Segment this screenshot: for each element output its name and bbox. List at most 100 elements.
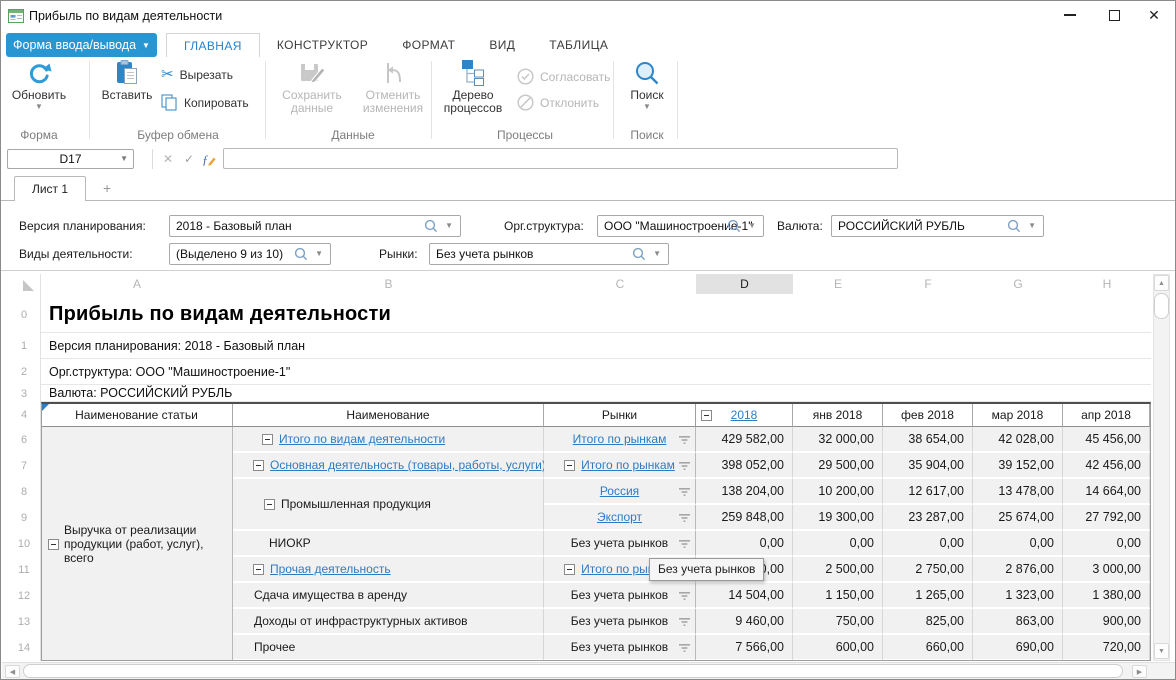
value-cell[interactable]: 12 617,00 bbox=[883, 479, 973, 505]
activity-cell[interactable]: Прочая деятельность bbox=[233, 557, 544, 583]
column-header-d-selected[interactable]: D bbox=[696, 274, 793, 294]
value-cell[interactable]: 29 500,00 bbox=[793, 453, 883, 479]
filter-icon[interactable] bbox=[679, 462, 690, 470]
activity-cell[interactable]: Прочее bbox=[233, 635, 544, 661]
collapse-icon[interactable] bbox=[564, 564, 575, 575]
collapse-icon[interactable] bbox=[262, 434, 273, 445]
magnifier-icon[interactable] bbox=[1007, 219, 1021, 237]
value-cell[interactable]: 0,00 bbox=[883, 531, 973, 557]
scroll-down-button[interactable]: ▼ bbox=[1154, 643, 1169, 659]
magnifier-icon[interactable] bbox=[424, 219, 438, 237]
cancel-icon[interactable]: ✕ bbox=[159, 149, 177, 169]
market-link[interactable]: Итого по рынкам bbox=[581, 458, 675, 472]
info-row[interactable]: Версия планирования: 2018 - Базовый план bbox=[41, 333, 1151, 359]
value-cell[interactable]: 0,00 bbox=[696, 531, 793, 557]
market-cell[interactable]: Без учета рынков bbox=[544, 583, 696, 609]
value-cell[interactable]: 10 200,00 bbox=[793, 479, 883, 505]
value-cell[interactable]: 690,00 bbox=[973, 635, 1063, 661]
row-header[interactable]: 6 bbox=[9, 427, 39, 453]
copy-button[interactable]: Копировать bbox=[161, 94, 249, 111]
value-cell[interactable]: 138 204,00 bbox=[696, 479, 793, 505]
market-cell[interactable]: Россия bbox=[544, 479, 696, 505]
header-article[interactable]: Наименование статьи bbox=[41, 404, 233, 427]
collapse-icon[interactable] bbox=[253, 564, 264, 575]
filter-icon[interactable] bbox=[679, 540, 690, 548]
value-cell[interactable]: 1 265,00 bbox=[883, 583, 973, 609]
report-title-row[interactable]: Прибыль по видам деятельности bbox=[41, 297, 1151, 333]
row-header[interactable]: 3 bbox=[9, 385, 39, 402]
info-row[interactable]: Орг.структура: ООО "Машиностроение-1" bbox=[41, 359, 1151, 385]
formula-input[interactable] bbox=[223, 148, 898, 169]
activity-link[interactable]: Итого по видам деятельности bbox=[279, 432, 445, 446]
value-cell[interactable]: 600,00 bbox=[793, 635, 883, 661]
market-link[interactable]: Экспорт bbox=[597, 510, 642, 524]
row-header[interactable]: 13 bbox=[9, 609, 39, 635]
version-filter-combo[interactable]: 2018 - Базовый план ▼ bbox=[169, 215, 461, 237]
activity-link[interactable]: Прочая деятельность bbox=[270, 562, 391, 576]
header-month[interactable]: мар 2018 bbox=[973, 404, 1063, 427]
chevron-down-icon[interactable]: ▼ bbox=[315, 250, 323, 258]
value-cell[interactable]: 0,00 bbox=[793, 531, 883, 557]
column-header-b[interactable]: B bbox=[233, 274, 544, 294]
currency-filter-combo[interactable]: РОССИЙСКИЙ РУБЛЬ ▼ bbox=[831, 215, 1044, 237]
confirm-icon[interactable]: ✓ bbox=[180, 149, 198, 169]
row-header[interactable]: 8 bbox=[9, 479, 39, 505]
vertical-scrollbar[interactable] bbox=[1153, 274, 1170, 661]
value-cell[interactable]: 42 456,00 bbox=[1063, 453, 1150, 479]
collapse-icon[interactable] bbox=[564, 460, 575, 471]
column-header-h[interactable]: H bbox=[1063, 274, 1151, 294]
chevron-down-icon[interactable]: ▼ bbox=[748, 222, 756, 230]
search-button[interactable]: Поиск ▼ bbox=[621, 60, 673, 111]
value-cell[interactable]: 2 876,00 bbox=[973, 557, 1063, 583]
magnifier-icon[interactable] bbox=[632, 247, 646, 265]
tab-format[interactable]: ФОРМАТ bbox=[385, 33, 472, 57]
value-cell[interactable]: 259 848,00 bbox=[696, 505, 793, 531]
maximize-button[interactable] bbox=[1097, 1, 1131, 29]
row-header[interactable]: 14 bbox=[9, 635, 39, 661]
value-cell[interactable]: 32 000,00 bbox=[793, 427, 883, 453]
header-year[interactable]: 2018 bbox=[696, 404, 793, 427]
value-cell[interactable]: 0,00 bbox=[973, 531, 1063, 557]
value-cell[interactable]: 900,00 bbox=[1063, 609, 1150, 635]
value-cell[interactable]: 19 300,00 bbox=[793, 505, 883, 531]
tab-konstruktor[interactable]: КОНСТРУКТОР bbox=[260, 33, 385, 57]
select-all-corner[interactable] bbox=[9, 274, 40, 294]
row-header[interactable]: 0 bbox=[9, 297, 39, 333]
cut-button[interactable]: ✂ Вырезать bbox=[161, 68, 233, 82]
value-cell[interactable]: 39 152,00 bbox=[973, 453, 1063, 479]
row-header[interactable]: 2 bbox=[9, 359, 39, 385]
value-cell[interactable]: 35 904,00 bbox=[883, 453, 973, 479]
column-header-e[interactable]: E bbox=[793, 274, 883, 294]
horizontal-scroll-thumb[interactable] bbox=[23, 664, 1123, 678]
value-cell[interactable]: 750,00 bbox=[793, 609, 883, 635]
value-cell[interactable]: 13 478,00 bbox=[973, 479, 1063, 505]
value-cell[interactable]: 1 380,00 bbox=[1063, 583, 1150, 609]
value-cell[interactable]: 825,00 bbox=[883, 609, 973, 635]
market-cell[interactable]: Итого по рынкам bbox=[544, 453, 696, 479]
value-cell[interactable]: 1 150,00 bbox=[793, 583, 883, 609]
value-cell[interactable]: 14 504,00 bbox=[696, 583, 793, 609]
collapse-icon[interactable] bbox=[701, 410, 712, 421]
add-sheet-button[interactable]: + bbox=[103, 179, 111, 197]
column-header-c[interactable]: C bbox=[544, 274, 696, 294]
column-header-f[interactable]: F bbox=[883, 274, 973, 294]
market-cell[interactable]: Экспорт bbox=[544, 505, 696, 531]
market-cell[interactable]: Без учета рынков bbox=[544, 635, 696, 661]
header-month[interactable]: апр 2018 bbox=[1063, 404, 1150, 427]
header-month[interactable]: фев 2018 bbox=[883, 404, 973, 427]
reject-button[interactable]: Отклонить bbox=[517, 94, 599, 111]
value-cell[interactable]: 27 792,00 bbox=[1063, 505, 1150, 531]
value-cell[interactable]: 2 750,00 bbox=[883, 557, 973, 583]
header-markets[interactable]: Рынки bbox=[544, 404, 696, 427]
header-name[interactable]: Наименование bbox=[233, 404, 544, 427]
vertical-scroll-thumb[interactable] bbox=[1154, 293, 1169, 319]
value-cell[interactable]: 9 460,00 bbox=[696, 609, 793, 635]
market-cell[interactable]: Без учета рынков bbox=[544, 531, 696, 557]
value-cell[interactable]: 45 456,00 bbox=[1063, 427, 1150, 453]
value-cell[interactable]: 3 000,00 bbox=[1063, 557, 1150, 583]
row-header[interactable]: 11 bbox=[9, 557, 39, 583]
value-cell[interactable]: 14 664,00 bbox=[1063, 479, 1150, 505]
value-cell[interactable]: 660,00 bbox=[883, 635, 973, 661]
market-link[interactable]: Итого по рынкам bbox=[573, 432, 667, 446]
filter-icon[interactable] bbox=[679, 514, 690, 522]
